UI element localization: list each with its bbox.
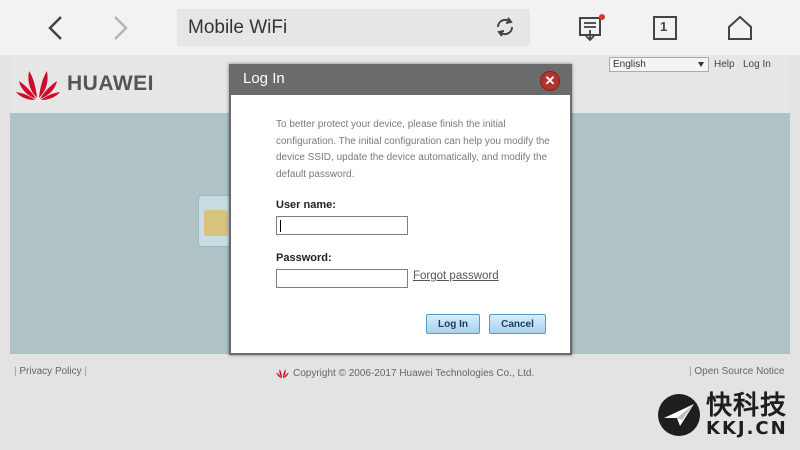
browser-toolbar: Mobile WiFi 1 (0, 0, 800, 55)
text-cursor (280, 220, 281, 232)
huawei-small-logo-icon (276, 369, 289, 379)
notification-list-icon (579, 14, 605, 42)
home-button[interactable] (722, 10, 758, 46)
open-source-notice-link[interactable]: Open Source Notice (694, 366, 784, 377)
watermark-en: KKJ.CN (706, 418, 788, 439)
chevron-right-icon (114, 16, 128, 40)
notifications-button[interactable] (573, 10, 609, 46)
cancel-button[interactable]: Cancel (489, 314, 546, 334)
dialog-title-bar: Log In ✕ (231, 66, 570, 95)
dropdown-arrow-icon (698, 62, 704, 67)
close-button[interactable]: ✕ (540, 71, 560, 91)
open-source-link-wrap: | Open Source Notice (689, 366, 785, 377)
kkj-watermark: 快科技 KKJ.CN (656, 392, 788, 438)
home-icon (728, 15, 752, 40)
login-button[interactable]: Log In (426, 314, 480, 334)
reload-button[interactable] (494, 16, 516, 43)
logo-text: HUAWEI (67, 72, 154, 95)
tab-count: 1 (660, 19, 668, 34)
login-link[interactable]: Log In (743, 59, 771, 70)
sim-card-icon (198, 195, 232, 247)
intro-text: To better protect your device, please fi… (276, 119, 550, 180)
dialog-title: Log In (243, 70, 285, 87)
sim-chip (204, 210, 228, 236)
privacy-policy-link[interactable]: Privacy Policy (19, 366, 81, 377)
huawei-logo: HUAWEI (15, 67, 154, 101)
username-label: User name: (276, 199, 336, 211)
privacy-policy-link-wrap: | Privacy Policy | (14, 366, 88, 377)
language-select[interactable]: English (609, 57, 709, 72)
help-link[interactable]: Help (714, 59, 735, 70)
close-icon: ✕ (544, 73, 556, 88)
language-value: English (613, 59, 646, 70)
kkj-logo-icon (658, 394, 700, 436)
reload-icon (496, 17, 514, 37)
forgot-password-link[interactable]: Forgot password (413, 270, 499, 282)
copyright-notice: Copyright © 2006-2017 Huawei Technologie… (275, 368, 534, 379)
login-dialog: Log In ✕ To better protect your device, … (229, 64, 572, 355)
back-button[interactable] (38, 10, 74, 46)
forward-button[interactable] (102, 10, 138, 46)
password-input[interactable] (276, 269, 408, 288)
watermark-cn: 快科技 (706, 391, 788, 421)
page-title: Mobile WiFi (188, 17, 288, 38)
password-label: Password: (276, 252, 332, 264)
copyright-text: Copyright © 2006-2017 Huawei Technologie… (293, 368, 535, 379)
tabs-button[interactable]: 1 (647, 10, 683, 46)
address-bar[interactable]: Mobile WiFi (177, 9, 530, 46)
username-input[interactable] (276, 216, 408, 235)
huawei-flower-icon (16, 71, 60, 100)
chevron-left-icon (48, 16, 62, 40)
